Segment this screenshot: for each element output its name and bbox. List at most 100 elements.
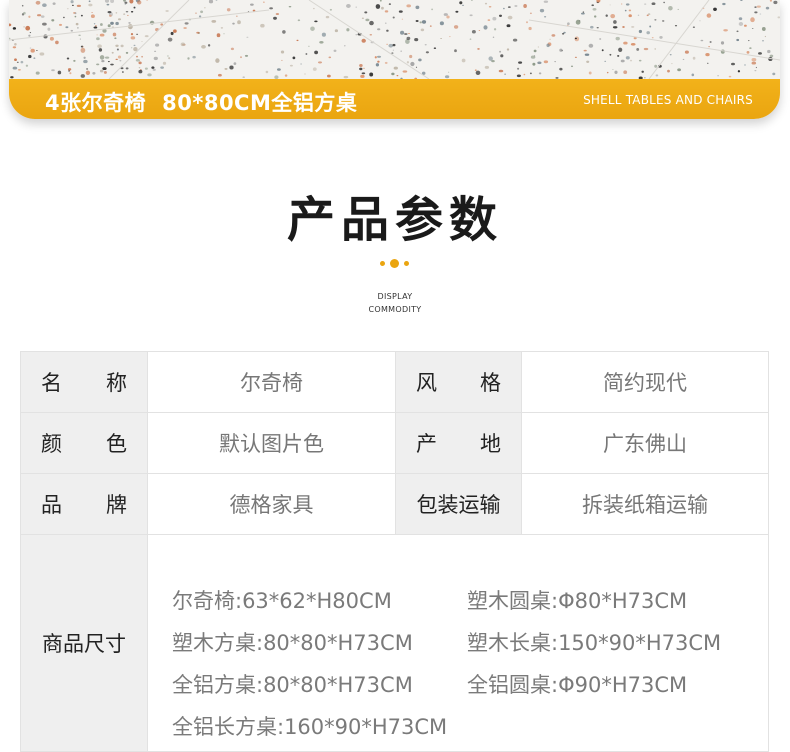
terrazzo-speck	[14, 43, 17, 46]
terrazzo-speck	[79, 38, 82, 40]
terrazzo-speck	[68, 70, 71, 72]
terrazzo-speck	[308, 45, 310, 47]
terrazzo-speck	[43, 34, 48, 39]
terrazzo-speck	[674, 25, 678, 27]
terrazzo-speck	[153, 56, 158, 61]
terrazzo-speck	[477, 47, 480, 50]
terrazzo-speck	[305, 53, 308, 55]
terrazzo-speck	[115, 21, 119, 26]
terrazzo-speck	[402, 70, 408, 73]
terrazzo-speck	[361, 38, 366, 43]
banner-title: 4张尔奇椅 80*80CM全铝方桌	[45, 87, 357, 117]
terrazzo-speck	[321, 32, 326, 37]
terrazzo-speck	[198, 15, 202, 18]
section-subtitle-display: DISPLAY	[377, 292, 413, 301]
terrazzo-speck	[584, 53, 590, 56]
terrazzo-speck	[551, 34, 556, 37]
terrazzo-speck	[130, 11, 134, 13]
terrazzo-speck	[369, 34, 373, 36]
spec-value-style: 简约现代	[522, 352, 769, 413]
terrazzo-speck	[70, 0, 74, 4]
terrazzo-speck	[484, 65, 490, 69]
terrazzo-speck	[314, 50, 319, 55]
terrazzo-speck	[91, 12, 93, 13]
terrazzo-speck	[723, 29, 728, 32]
terrazzo-speck	[125, 67, 129, 70]
terrazzo-speck	[154, 50, 157, 52]
terrazzo-speck	[232, 22, 235, 25]
terrazzo-speck	[596, 27, 599, 29]
terrazzo-speck	[751, 58, 757, 62]
terrazzo-speck	[628, 9, 632, 12]
terrazzo-speck	[651, 2, 656, 6]
terrazzo-speck	[631, 26, 635, 28]
terrazzo-speck	[273, 16, 277, 20]
terrazzo-speck	[160, 23, 164, 26]
spec-label-char: 风	[416, 371, 437, 395]
size-item: 全铝长方桌:160*90*H73CM	[172, 715, 448, 739]
terrazzo-speck	[498, 69, 504, 73]
terrazzo-speck	[421, 20, 427, 24]
terrazzo-speck	[379, 0, 382, 2]
terrazzo-speck	[529, 72, 532, 75]
terrazzo-speck	[88, 3, 93, 7]
terrazzo-speck	[110, 0, 115, 3]
terrazzo-speck	[488, 6, 492, 8]
terrazzo-speck	[137, 0, 142, 5]
terrazzo-speck	[492, 36, 495, 39]
terrazzo-speck	[377, 28, 381, 31]
terrazzo-speck	[414, 37, 419, 42]
terrazzo-speck	[424, 44, 427, 46]
terrazzo-speck	[646, 14, 649, 17]
terrazzo-speck	[242, 76, 245, 78]
terrazzo-speck	[713, 7, 717, 11]
terrazzo-speck	[314, 20, 318, 23]
terrazzo-speck	[39, 52, 45, 56]
terrazzo-speck	[115, 12, 118, 14]
terrazzo-speck	[265, 70, 269, 74]
terrazzo-speck	[170, 31, 174, 36]
terrazzo-speck	[125, 11, 129, 13]
terrazzo-speck	[705, 52, 710, 57]
terrazzo-speck	[392, 49, 395, 51]
terrazzo-speck	[20, 60, 24, 64]
terrazzo-speck	[736, 30, 739, 33]
terrazzo-speck	[391, 72, 395, 76]
dot-small	[404, 261, 409, 266]
terrazzo-speck	[392, 16, 395, 19]
spec-value-brand: 德格家具	[148, 474, 396, 535]
terrazzo-speck	[141, 40, 143, 42]
tile-seam	[648, 0, 710, 79]
terrazzo-speck	[204, 7, 206, 9]
terrazzo-speck	[363, 67, 365, 70]
terrazzo-speck	[738, 17, 743, 21]
terrazzo-speck	[12, 27, 17, 30]
terrazzo-speck	[117, 18, 122, 21]
terrazzo-speck	[99, 55, 105, 60]
terrazzo-speck	[613, 20, 617, 24]
terrazzo-speck	[384, 10, 389, 13]
terrazzo-speck	[360, 74, 365, 79]
terrazzo-speck	[744, 64, 746, 66]
size-item: 全铝圆桌:Φ90*H73CM	[467, 673, 688, 697]
terrazzo-speck	[166, 55, 169, 57]
terrazzo-speck	[440, 38, 443, 39]
terrazzo-speck	[88, 0, 91, 3]
terrazzo-speck	[593, 15, 597, 18]
terrazzo-speck	[750, 17, 755, 23]
terrazzo-speck	[233, 62, 237, 65]
terrazzo-speck	[115, 44, 119, 48]
tile-seam	[9, 9, 270, 41]
terrazzo-speck	[706, 13, 712, 18]
terrazzo-speck	[51, 69, 55, 72]
terrazzo-speck	[141, 55, 143, 58]
terrazzo-speck	[386, 29, 389, 32]
tile-seam	[308, 0, 430, 79]
terrazzo-speck	[612, 69, 614, 70]
terrazzo-speck	[76, 4, 82, 7]
terrazzo-speck	[410, 61, 415, 67]
terrazzo-speck	[25, 64, 29, 67]
terrazzo-speck	[133, 6, 136, 9]
terrazzo-speck	[559, 48, 563, 52]
terrazzo-speck	[78, 34, 81, 37]
